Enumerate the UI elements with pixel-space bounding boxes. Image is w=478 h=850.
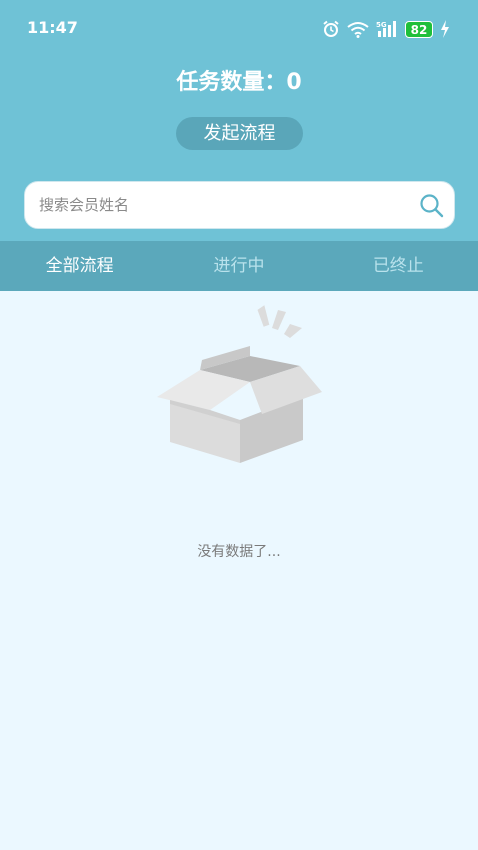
alarm-icon bbox=[323, 20, 339, 37]
tab-all-processes[interactable]: 全部流程 bbox=[0, 241, 159, 291]
status-icons: 5G 82 bbox=[322, 18, 450, 40]
status-time: 11:47 bbox=[27, 18, 78, 37]
tab-bar: 全部流程 进行中 已终止 bbox=[0, 241, 478, 291]
empty-state-text: 没有数据了... bbox=[197, 544, 281, 560]
tab-in-progress[interactable]: 进行中 bbox=[159, 241, 318, 291]
header: 11:47 5G 82 任务数量：0 发起流程 搜索会员姓名 bbox=[0, 0, 478, 241]
search-bar[interactable] bbox=[24, 181, 455, 229]
empty-box-icon bbox=[157, 305, 322, 463]
charging-icon bbox=[441, 20, 449, 38]
wifi-icon bbox=[347, 21, 369, 38]
5g-signal-icon: 5G bbox=[376, 21, 396, 37]
battery-icon: 82 bbox=[405, 20, 433, 38]
search-input[interactable] bbox=[39, 182, 409, 228]
search-icon[interactable] bbox=[419, 193, 444, 218]
tab-terminated[interactable]: 已终止 bbox=[319, 241, 478, 291]
start-process-button[interactable]: 发起流程 bbox=[176, 117, 303, 150]
svg-text:5G: 5G bbox=[376, 21, 387, 29]
task-count-title: 任务数量：0 bbox=[176, 70, 302, 95]
status-bar: 11:47 5G 82 bbox=[0, 0, 478, 56]
